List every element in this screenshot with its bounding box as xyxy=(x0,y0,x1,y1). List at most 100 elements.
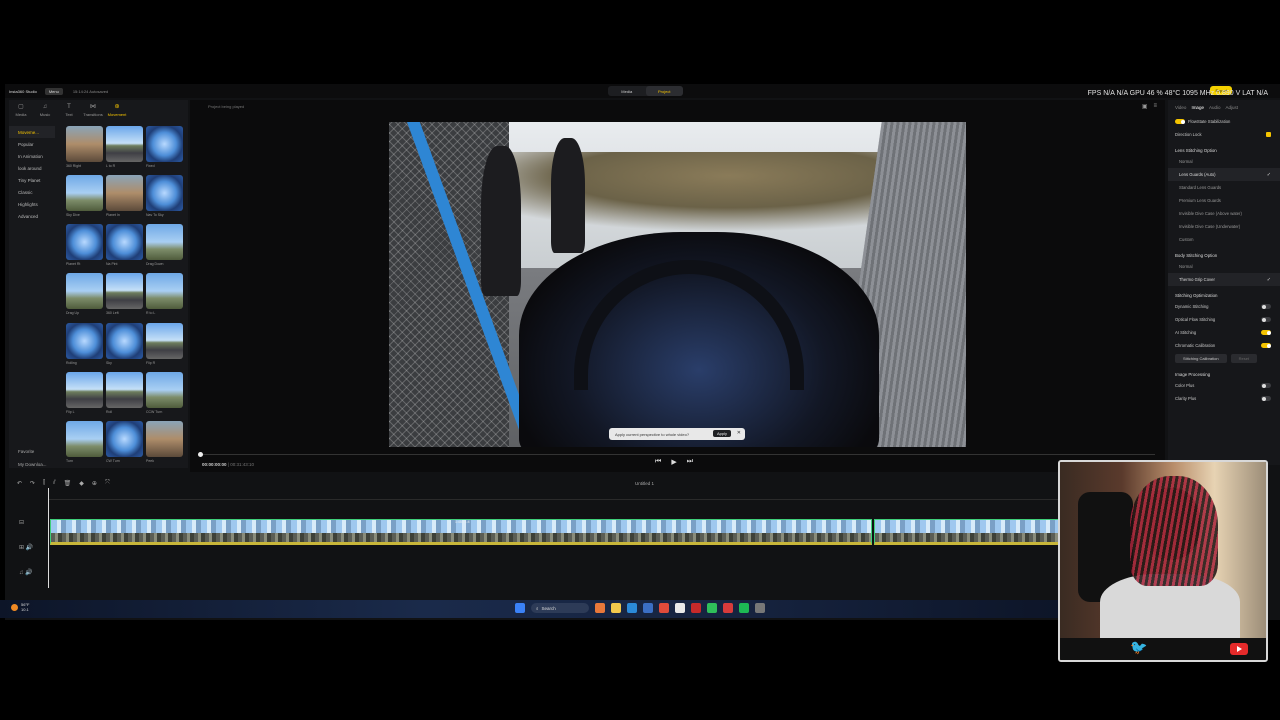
lens-option[interactable]: Invisible Dive Case (Above water) xyxy=(1168,207,1280,220)
scrub-handle[interactable] xyxy=(198,452,203,457)
effect-thumbnail[interactable]: CW Turn xyxy=(106,420,143,466)
app-icon[interactable] xyxy=(755,603,765,613)
delete-icon[interactable]: 🗑 xyxy=(64,480,72,487)
tab-text[interactable]: T Text xyxy=(57,100,81,120)
mode-project[interactable]: Project xyxy=(645,86,683,96)
taskbar-search[interactable]: ⌕ Search xyxy=(531,603,589,613)
effect-thumbnail[interactable]: Drag Up xyxy=(66,273,103,318)
mode-media[interactable]: Media xyxy=(608,86,646,96)
app-icon[interactable] xyxy=(675,603,685,613)
lens-option[interactable]: Custom xyxy=(1168,233,1280,246)
tab-music[interactable]: ♫ Music xyxy=(33,100,57,120)
app-icon[interactable] xyxy=(595,603,605,613)
file-explorer-icon[interactable] xyxy=(611,603,621,613)
add-icon[interactable]: ⊕ xyxy=(92,480,97,487)
dynamic-stitching-toggle[interactable] xyxy=(1261,304,1271,309)
app-icon[interactable] xyxy=(691,603,701,613)
my-downloads-link[interactable]: My Downloa... xyxy=(18,458,47,471)
tab-transitions[interactable]: ⋈ Transitions xyxy=(81,100,105,120)
effect-thumbnail[interactable]: Planet In xyxy=(106,175,143,220)
effect-thumbnail[interactable]: Rolling xyxy=(66,322,103,368)
keyframe-icon[interactable]: ◆ xyxy=(79,480,84,487)
windows-start-icon[interactable] xyxy=(515,603,525,613)
list-icon[interactable]: ≡ xyxy=(1153,103,1157,110)
effect-thumbnail[interactable]: L to R xyxy=(106,126,143,171)
video-clip[interactable]: 1:45 / 1:4 xyxy=(50,519,872,545)
effect-thumbnail[interactable]: Sky Dive xyxy=(66,175,103,220)
scrub-bar[interactable] xyxy=(200,454,1155,455)
stitching-calibration-button[interactable]: Stitching Calibration xyxy=(1175,354,1227,363)
category-item[interactable]: Highlights xyxy=(9,198,61,210)
effect-thumbnail[interactable]: Flip R xyxy=(146,322,183,368)
weather-widget[interactable]: 56°F 10.1 xyxy=(11,602,30,612)
effect-label: 360 Left xyxy=(106,311,119,316)
effect-thumbnail[interactable]: Nav To Sky xyxy=(146,175,183,220)
category-item[interactable]: Advanced xyxy=(9,210,61,222)
split-icon[interactable]: ⫿ xyxy=(43,480,45,487)
tab-movement[interactable]: ⊛ Movement xyxy=(105,100,129,120)
trim-icon[interactable]: ⫽ xyxy=(53,480,56,487)
favorite-link[interactable]: Favorite xyxy=(18,445,47,458)
edge-icon[interactable] xyxy=(627,603,637,613)
layout-icon[interactable]: ▣ xyxy=(1142,103,1148,110)
color-plus-toggle[interactable] xyxy=(1261,383,1271,388)
skip-back-icon[interactable]: ⏮ xyxy=(655,458,661,466)
whatsapp-icon[interactable] xyxy=(707,603,717,613)
video-frame[interactable]: Apply current perspective to whole video… xyxy=(389,122,966,447)
redo-icon[interactable]: ↷ xyxy=(30,480,35,487)
effect-thumbnail[interactable]: Roll xyxy=(106,371,143,417)
reset-button[interactable]: Reset xyxy=(1230,354,1258,363)
lens-option-selected[interactable]: Lens Guards (Auto) ✓ xyxy=(1168,168,1280,181)
tab-adjust[interactable]: Adjust xyxy=(1225,105,1238,110)
video-clip[interactable] xyxy=(874,519,1060,545)
category-item[interactable]: In Animation xyxy=(9,150,61,162)
time-ruler[interactable] xyxy=(49,492,1059,500)
optical-flow-toggle[interactable] xyxy=(1261,317,1271,322)
lens-option[interactable]: Normal xyxy=(1168,155,1280,168)
play-icon[interactable]: ▶ xyxy=(671,458,676,466)
effect-thumbnail[interactable]: Sky xyxy=(106,322,143,368)
category-item[interactable]: Moveme... xyxy=(9,126,55,138)
effect-thumbnail[interactable]: Turn xyxy=(66,420,103,466)
category-item[interactable]: Classic xyxy=(9,186,61,198)
playhead[interactable] xyxy=(48,488,49,588)
effect-thumbnail[interactable]: Planet Rt xyxy=(66,224,103,269)
lens-option[interactable]: Standard Lens Guards xyxy=(1168,181,1280,194)
direction-lock-checkbox[interactable] xyxy=(1266,132,1271,137)
lens-option[interactable]: Invisible Dive Case (Underwater) xyxy=(1168,220,1280,233)
store-icon[interactable] xyxy=(643,603,653,613)
effect-thumbnail[interactable]: 360 Left xyxy=(106,273,143,318)
body-option[interactable]: Normal xyxy=(1168,260,1280,273)
menu-button[interactable]: Menu xyxy=(44,87,63,95)
effect-thumbnail[interactable]: Na Pint xyxy=(106,224,143,269)
tab-video[interactable]: Video xyxy=(1175,105,1186,110)
tab-audio[interactable]: Audio xyxy=(1209,105,1221,110)
effect-thumbnail[interactable]: R to L xyxy=(146,273,183,318)
effect-thumbnail[interactable]: Fixed xyxy=(146,126,183,171)
collapse-icon[interactable]: ⤧ xyxy=(105,480,110,487)
tab-image[interactable]: Image xyxy=(1191,105,1204,110)
effect-thumbnail[interactable]: Flip L xyxy=(66,371,103,417)
clarity-plus-toggle[interactable] xyxy=(1261,396,1271,401)
chrome-icon[interactable] xyxy=(659,603,669,613)
body-option-selected[interactable]: Thermo Grip Cover ✓ xyxy=(1168,273,1280,286)
category-item[interactable]: look around xyxy=(9,162,61,174)
flowstate-toggle[interactable] xyxy=(1175,119,1185,124)
tab-media[interactable]: ▢ Media xyxy=(9,100,33,120)
undo-icon[interactable]: ↶ xyxy=(17,480,22,487)
ai-stitching-toggle[interactable] xyxy=(1261,330,1271,335)
close-icon[interactable]: ✕ xyxy=(737,430,741,436)
effect-thumbnail[interactable]: Peek xyxy=(146,420,183,466)
effect-thumbnail[interactable]: 360 Right xyxy=(66,126,103,171)
spotify-icon[interactable] xyxy=(739,603,749,613)
skip-forward-icon[interactable]: ⏭ xyxy=(687,458,693,466)
lens-option[interactable]: Premium Lens Guards xyxy=(1168,194,1280,207)
project-title[interactable]: Untitled 1 xyxy=(635,481,654,486)
category-item[interactable]: Popular xyxy=(9,138,61,150)
app-icon[interactable] xyxy=(723,603,733,613)
effect-thumbnail[interactable]: Drag Down xyxy=(146,224,183,269)
category-item[interactable]: Tiny Planet xyxy=(9,174,61,186)
chromatic-calibration-toggle[interactable] xyxy=(1261,343,1271,348)
effect-thumbnail[interactable]: CCW Turn xyxy=(146,371,183,417)
apply-button[interactable]: Apply xyxy=(712,430,731,437)
